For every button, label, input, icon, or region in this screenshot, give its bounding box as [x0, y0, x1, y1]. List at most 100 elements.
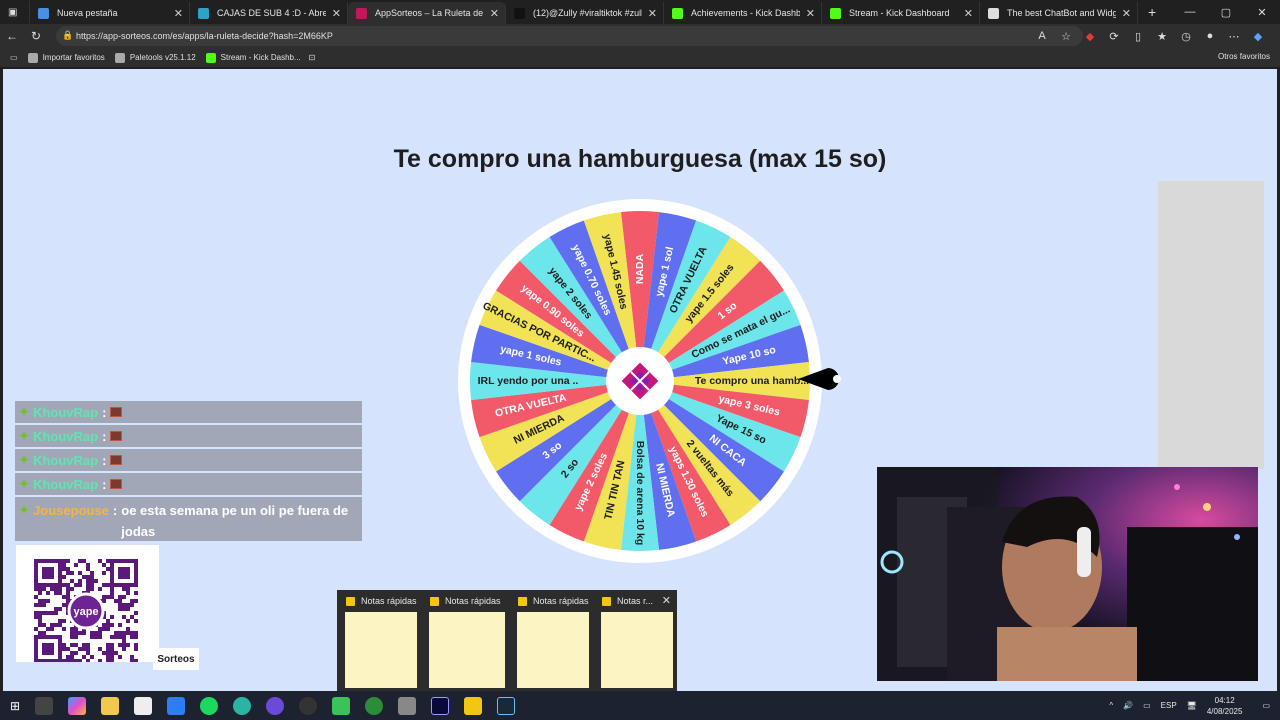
- minimize-button[interactable]: —: [1172, 6, 1208, 18]
- profile-avatar[interactable]: ●: [1198, 30, 1222, 42]
- close-icon[interactable]: ✕: [662, 594, 671, 607]
- windows-taskbar: ⊞ ^ 🔊 ▭ ESP 🖥 04:12 4/08/2025 ▭: [0, 691, 1280, 720]
- tab-favicon-icon: [988, 7, 999, 19]
- yape-qr-code: yape: [16, 545, 159, 663]
- browser-tab[interactable]: The best ChatBot and Widgets fo ✕: [980, 2, 1138, 24]
- obs-icon[interactable]: [299, 696, 318, 715]
- kick-icon: [205, 52, 216, 63]
- edge-icon[interactable]: [233, 696, 252, 715]
- bag-icon[interactable]: ⊡: [309, 53, 316, 62]
- bookmark-kick-stream[interactable]: Stream - Kick Dashb...: [205, 52, 301, 63]
- folder-icon: [27, 52, 38, 63]
- notification-icon[interactable]: ▭: [1262, 701, 1270, 710]
- tab-title: CAJAS DE SUB 4 :D - Abrecajas: [217, 8, 326, 18]
- split-screen-icon[interactable]: ▯: [1126, 30, 1150, 43]
- tab-close-icon[interactable]: ✕: [964, 7, 973, 20]
- chat-text: oe esta semana pe un oli pe fuera de jod…: [121, 503, 349, 539]
- steam-icon[interactable]: [497, 696, 516, 715]
- favorites-icon[interactable]: ★: [1150, 30, 1174, 43]
- tab-title: Stream - Kick Dashboard: [849, 8, 950, 18]
- bookmarks-bar: ▭ Importar favoritos Paletools v25.1.12 …: [0, 48, 1280, 68]
- app-icon[interactable]: [332, 696, 351, 715]
- copilot-icon[interactable]: ◆: [1246, 30, 1270, 43]
- back-button[interactable]: ←: [0, 29, 24, 43]
- extension-icon[interactable]: ◆: [1078, 30, 1102, 43]
- clock[interactable]: 04:12 4/08/2025: [1207, 695, 1243, 717]
- tab-actions-button[interactable]: ▣: [0, 1, 30, 23]
- sidebar-toggle-icon[interactable]: ▭: [10, 53, 18, 62]
- lock-icon: 🔒: [62, 30, 74, 40]
- tab-favicon-icon: [514, 7, 525, 19]
- maximize-button[interactable]: ▢: [1208, 6, 1244, 19]
- address-toolbar: ← ↻ 🔒 https://app-sorteos.com/es/apps/la…: [0, 24, 1280, 48]
- tab-close-icon[interactable]: ✕: [174, 7, 183, 20]
- tab-title: The best ChatBot and Widgets fo: [1007, 8, 1116, 18]
- spotify-icon[interactable]: [200, 696, 219, 715]
- tab-close-icon[interactable]: ✕: [1122, 7, 1131, 20]
- chat-username: KhouvRap: [33, 452, 99, 468]
- sticky-notes-preview: Notas rápidas Notas rápidas Notas rápida…: [337, 590, 677, 691]
- read-aloud-icon[interactable]: A: [1030, 30, 1054, 42]
- favorite-star-icon[interactable]: ☆: [1054, 30, 1078, 43]
- tab-title: (12)@Zully #viraltiktok #zully: [533, 8, 642, 18]
- close-window-button[interactable]: ✕: [1244, 6, 1280, 19]
- sticky-note-icon: [346, 596, 355, 606]
- refresh-extension-icon[interactable]: ⟳: [1102, 30, 1126, 43]
- app-icon[interactable]: [167, 696, 186, 715]
- chevron-up-icon[interactable]: ^: [1109, 701, 1113, 710]
- browser-tab[interactable]: (12)@Zully #viraltiktok #zully ✕: [506, 2, 664, 24]
- chat-message: ✦ KhouvRap:: [15, 473, 362, 495]
- app-icon[interactable]: [365, 696, 384, 715]
- browser-tab[interactable]: Nueva pestaña ✕: [30, 2, 190, 24]
- display-icon[interactable]: ▭: [1143, 701, 1151, 710]
- browser-tab[interactable]: Stream - Kick Dashboard ✕: [822, 2, 980, 24]
- note-window-1[interactable]: Notas rápidas: [341, 590, 421, 691]
- browser-tab[interactable]: CAJAS DE SUB 4 :D - Abrecajas ✕: [190, 2, 348, 24]
- file-explorer-icon[interactable]: [101, 696, 120, 715]
- globe-icon: [114, 52, 125, 63]
- bookmark-paletools[interactable]: Paletools v25.1.12: [114, 52, 196, 63]
- system-tray: ^ 🔊 ▭ ESP 🖥 04:12 4/08/2025 ▭: [1109, 691, 1280, 720]
- window-controls: — ▢ ✕: [1172, 0, 1280, 24]
- wheel-segment-label: Bolsa de arena 10 kg: [634, 441, 646, 545]
- sub-badge-icon: ✦: [19, 453, 30, 467]
- chat-separator: :: [102, 476, 107, 492]
- note-window-3[interactable]: Notas rápidas: [513, 590, 593, 691]
- browser-tab[interactable]: AppSorteos – La Ruleta de la Sue ✕: [348, 2, 506, 24]
- tab-favicon-icon: [356, 7, 367, 19]
- bookmark-import[interactable]: Importar favoritos: [27, 52, 105, 63]
- reload-button[interactable]: ↻: [24, 29, 48, 43]
- bookmark-other[interactable]: Otros favoritos: [1218, 52, 1270, 61]
- qr-caption: Sorteos: [153, 648, 199, 670]
- language-indicator[interactable]: ESP: [1161, 701, 1177, 710]
- calculator-icon[interactable]: [134, 696, 153, 715]
- roulette-wheel[interactable]: NADA yape 1 sol OTRA VUELTA yape 1.5 soles 1…: [455, 196, 825, 566]
- speaker-icon[interactable]: 🔊: [1123, 701, 1133, 710]
- discord-icon[interactable]: [266, 696, 285, 715]
- tab-close-icon[interactable]: ✕: [648, 7, 657, 20]
- bookmark-label: Otros favoritos: [1217, 52, 1270, 61]
- tab-close-icon[interactable]: ✕: [490, 7, 499, 20]
- browser-tab[interactable]: Achievements - Kick Dashboard ✕: [664, 2, 822, 24]
- note-title: Notas rápidas: [361, 596, 417, 606]
- note-window-2[interactable]: Notas rápidas: [425, 590, 509, 691]
- sub-badge-icon: ✦: [19, 477, 30, 491]
- app-icon[interactable]: [398, 696, 417, 715]
- new-tab-button[interactable]: +: [1148, 4, 1156, 20]
- address-field[interactable]: 🔒 https://app-sorteos.com/es/apps/la-rul…: [56, 26, 1083, 46]
- sticky-notes-icon[interactable]: [464, 696, 483, 715]
- network-icon[interactable]: 🖥: [1187, 701, 1197, 710]
- chat-message: ✦ KhouvRap:: [15, 401, 362, 423]
- task-view-icon[interactable]: [35, 696, 54, 715]
- tab-close-icon[interactable]: ✕: [332, 7, 341, 20]
- tab-close-icon[interactable]: ✕: [806, 7, 815, 20]
- chat-username: KhouvRap: [33, 404, 99, 420]
- note-title: Notas rápidas: [445, 596, 501, 606]
- copilot-icon[interactable]: [68, 696, 87, 715]
- chat-separator: :: [102, 428, 107, 444]
- sub-badge-icon: ✦: [19, 405, 30, 419]
- start-button[interactable]: ⊞: [10, 699, 20, 713]
- history-icon[interactable]: ◷: [1174, 30, 1198, 43]
- premiere-icon[interactable]: [431, 696, 450, 715]
- more-menu-icon[interactable]: ⋯: [1222, 30, 1246, 43]
